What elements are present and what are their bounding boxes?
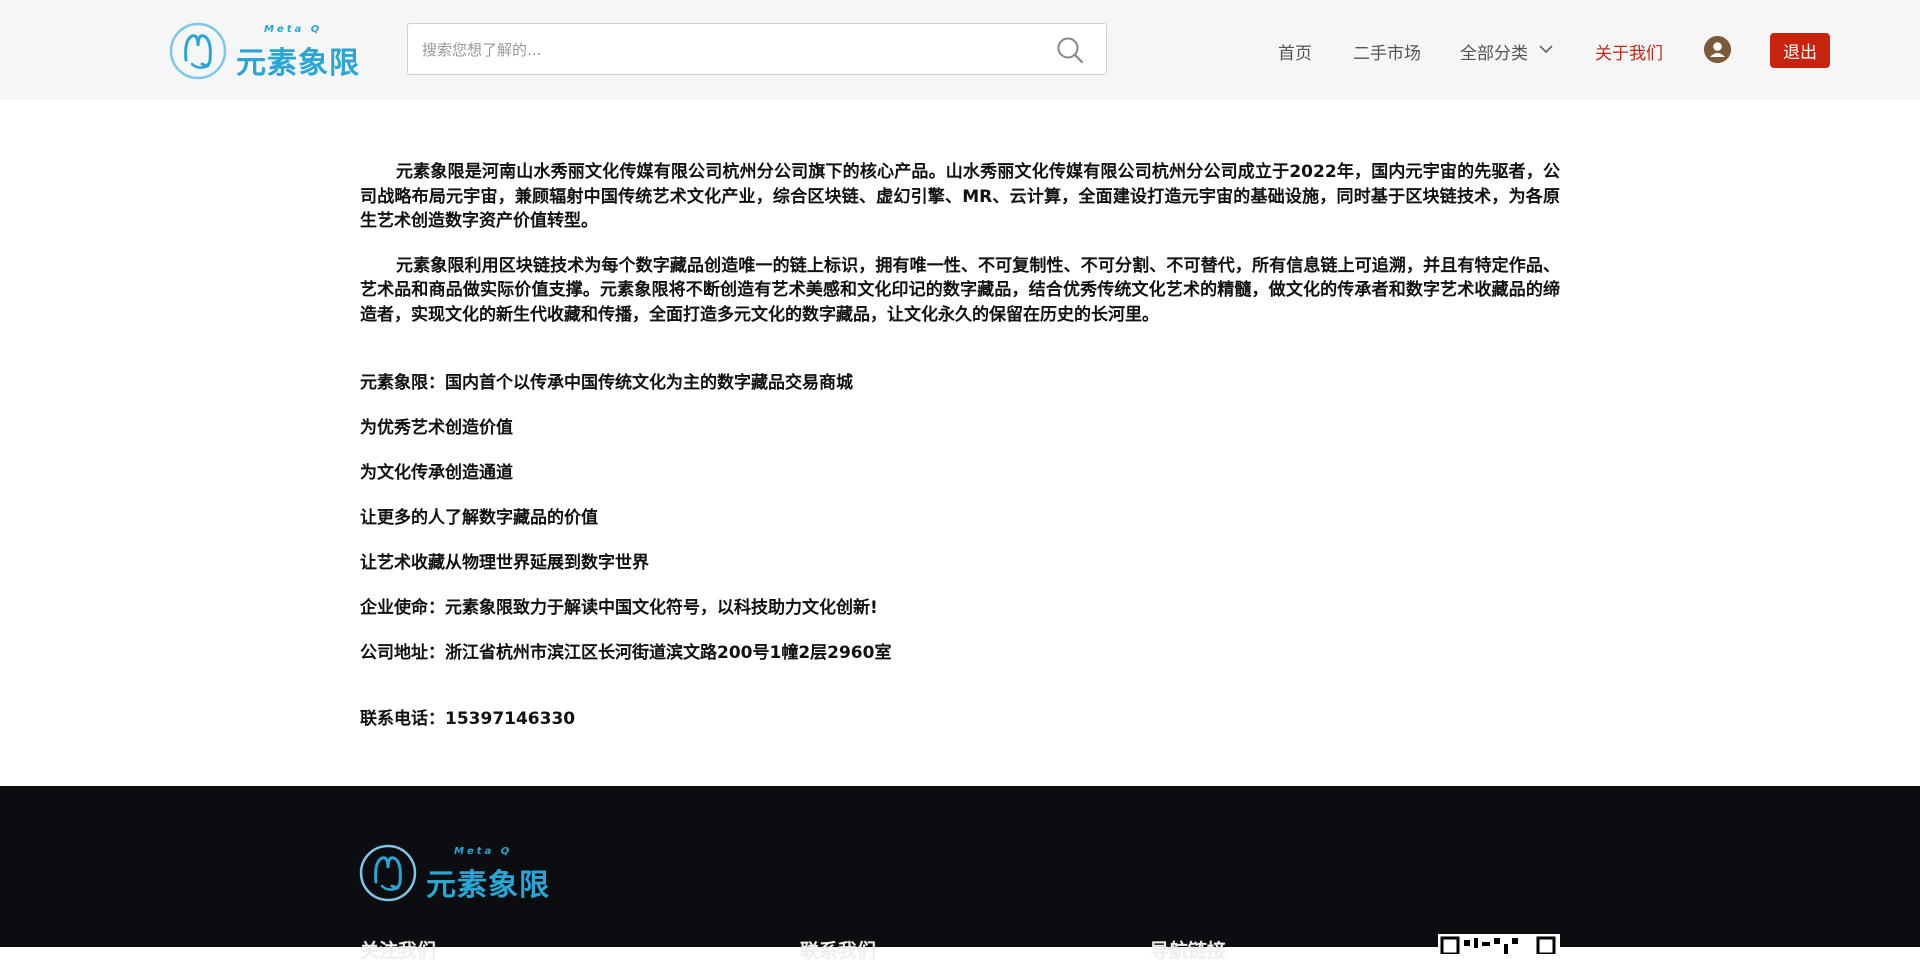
nav-home[interactable]: 首页 — [1278, 39, 1312, 64]
address-line: 公司地址：浙江省杭州市滨江区长河街道滨文路200号1幢2层2960室 — [360, 643, 892, 663]
logo-tagline: Meta Q — [264, 24, 323, 35]
footer-nav-links-title: 导航链接 — [1150, 940, 1227, 962]
tagline-line: 让艺术收藏从物理世界延展到数字世界 — [360, 553, 649, 573]
logo-name: 元素象限 — [426, 868, 550, 903]
chevron-down-icon[interactable] — [1539, 44, 1553, 54]
qr-code-icon — [1438, 934, 1560, 954]
search-icon[interactable] — [1056, 36, 1084, 64]
search-input[interactable] — [420, 34, 1024, 66]
nav-all-categories[interactable]: 全部分类 — [1460, 39, 1528, 64]
phone-line: 联系电话：15397146330 — [360, 709, 576, 729]
logo-mark-icon — [169, 22, 227, 80]
header-logo[interactable]: Meta Q 元素象限 — [168, 20, 360, 82]
tagline-line: 元素象限：国内首个以传承中国传统文化为主的数字藏品交易商城 — [360, 373, 853, 393]
site-footer: Meta Q 元素象限 关注我们 联系我们 导航链接 — [0, 786, 1920, 962]
tagline-line: 让更多的人了解数字藏品的价值 — [360, 508, 598, 528]
mission-line: 企业使命：元素象限致力于解读中国文化符号，以科技助力文化创新! — [360, 598, 878, 618]
footer-logo[interactable]: Meta Q 元素象限 — [358, 842, 550, 904]
logo-mark-icon — [359, 844, 417, 902]
user-avatar-icon[interactable] — [1704, 36, 1731, 63]
tagline-line: 为文化传承创造通道 — [360, 463, 513, 483]
about-paragraph: 元素象限利用区块链技术为每个数字藏品创造唯一的链上标识，拥有唯一性、不可复制性、… — [360, 255, 1560, 325]
search-box — [407, 23, 1107, 75]
logo-tagline: Meta Q — [454, 846, 513, 857]
nav-about-us[interactable]: 关于我们 — [1595, 39, 1663, 64]
site-header: Meta Q 元素象限 首页 二手市场 全部分类 关于我们 退出 — [0, 0, 1920, 100]
about-content: 元素象限是河南山水秀丽文化传媒有限公司杭州分公司旗下的核心产品。山水秀丽文化传媒… — [360, 160, 1560, 327]
about-paragraph: 元素象限是河南山水秀丽文化传媒有限公司杭州分公司旗下的核心产品。山水秀丽文化传媒… — [360, 162, 1560, 231]
footer-follow-us-title: 关注我们 — [360, 940, 437, 962]
logout-button[interactable]: 退出 — [1770, 33, 1830, 68]
logo-name: 元素象限 — [236, 46, 360, 81]
tagline-line: 为优秀艺术创造价值 — [360, 418, 513, 438]
footer-contact-us-title: 联系我们 — [800, 940, 877, 962]
nav-second-hand-market[interactable]: 二手市场 — [1353, 39, 1421, 64]
